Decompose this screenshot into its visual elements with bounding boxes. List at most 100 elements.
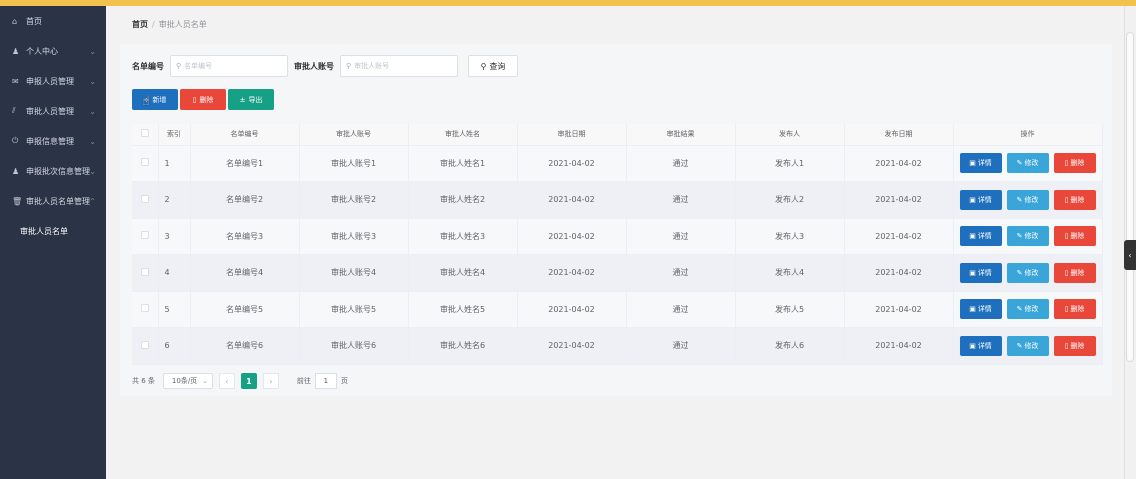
row-checkbox[interactable]: [140, 340, 149, 349]
cell-date: 2021-04-02: [517, 291, 627, 328]
export-button[interactable]: ± 导出: [228, 89, 274, 110]
row-index: 4: [158, 254, 191, 292]
row-delete-button[interactable]: ▯ 删除: [1053, 226, 1096, 247]
row-checkbox-cell: [132, 291, 159, 328]
cell-account: 审批人账号5: [299, 291, 409, 328]
search-icon: ⚲: [480, 61, 487, 71]
chevron-left-icon: ‹: [225, 376, 229, 386]
content-panel: 名单编号 ⚲ 名单编号 审批人账号 ⚲ 审批人账号 ⚲ 查询 + 新增 ▯ 删除: [120, 44, 1112, 396]
sidebar-item-application-info[interactable]: ⏻ 申报信息管理 ⌄: [0, 126, 106, 156]
cell-name: 审批人姓名2: [408, 181, 518, 219]
detail-button[interactable]: ▣ 详情: [959, 262, 1002, 283]
sidebar-item-label: 审批人员管理: [26, 106, 74, 116]
cell-date: 2021-04-02: [517, 218, 627, 255]
page-size-select[interactable]: 10条/页 ⌄: [162, 373, 213, 389]
sidebar-item-approver-list-mgmt[interactable]: 🗑 审批人员名单管理 ⌃: [0, 186, 106, 216]
detail-button[interactable]: ▣ 详情: [959, 299, 1002, 320]
list-no-input[interactable]: ⚲ 名单编号: [170, 55, 288, 77]
row-checkbox[interactable]: [140, 158, 149, 167]
trash-icon: ▯: [1064, 305, 1069, 314]
chevron-down-icon: ⌄: [89, 76, 96, 86]
row-delete-button[interactable]: ▯ 删除: [1053, 153, 1096, 174]
detail-button[interactable]: ▣ 详情: [959, 189, 1002, 210]
approver-account-input[interactable]: ⚲ 审批人账号: [340, 55, 458, 77]
cell-pub-date: 2021-04-02: [844, 218, 954, 255]
column-header[interactable]: 审批人姓名: [408, 124, 518, 146]
cell-operations: ▣ 详情 ✎ 修改 ▯ 删除: [953, 254, 1103, 292]
column-header[interactable]: 发布日期: [844, 124, 954, 146]
column-header[interactable]: 审批结果: [626, 124, 736, 146]
delete-button[interactable]: ▯ 删除: [180, 89, 226, 110]
row-checkbox[interactable]: [140, 194, 149, 203]
add-button-label: 新增: [152, 95, 167, 104]
edit-button[interactable]: ✎ 修改: [1006, 299, 1049, 320]
page-number-current[interactable]: 1: [240, 373, 257, 389]
trash-icon: ▯: [1064, 232, 1069, 241]
goto-label: 前往: [296, 377, 311, 385]
add-button[interactable]: + 新增: [132, 89, 178, 110]
edit-button-label: 修改: [1024, 305, 1039, 314]
cell-list-no: 名单编号6: [190, 327, 300, 365]
user-icon: ♟: [12, 166, 20, 176]
sidebar-item-applicant-mgmt[interactable]: ✉ 申报人员管理 ⌄: [0, 66, 106, 96]
goto-page-input[interactable]: 1: [314, 373, 337, 389]
column-header[interactable]: 审批人账号: [299, 124, 409, 146]
row-checkbox[interactable]: [140, 231, 149, 240]
detail-icon: ▣: [969, 232, 976, 241]
row-checkbox[interactable]: [140, 267, 149, 276]
edit-button[interactable]: ✎ 修改: [1006, 226, 1049, 247]
cell-publisher: 发布人4: [735, 254, 845, 292]
chevron-left-icon: ‹: [1128, 250, 1132, 260]
collapse-tab[interactable]: ‹: [1124, 240, 1136, 270]
cell-operations: ▣ 详情 ✎ 修改 ▯ 删除: [953, 218, 1103, 255]
row-delete-button-label: 删除: [1070, 232, 1085, 241]
breadcrumb-home[interactable]: 首页: [132, 20, 148, 29]
page-size-value: 10条/页: [171, 377, 198, 385]
sidebar-subitem-approver-list[interactable]: 审批人员名单: [0, 216, 106, 246]
column-header[interactable]: 审批日期: [517, 124, 627, 146]
cell-account: 审批人账号3: [299, 218, 409, 255]
detail-button-label: 详情: [977, 268, 992, 277]
edit-button[interactable]: ✎ 修改: [1006, 335, 1049, 356]
chevron-down-icon: ⌄: [89, 46, 96, 56]
column-header: 索引: [158, 124, 191, 146]
edit-button[interactable]: ✎ 修改: [1006, 189, 1049, 210]
cell-name: 审批人姓名4: [408, 254, 518, 292]
cell-operations: ▣ 详情 ✎ 修改 ▯ 删除: [953, 145, 1103, 182]
prev-page-button[interactable]: ‹: [218, 373, 235, 389]
edit-button[interactable]: ✎ 修改: [1006, 262, 1049, 283]
next-page-button[interactable]: ›: [262, 373, 279, 389]
cell-publisher: 发布人3: [735, 218, 845, 255]
list-no-label: 名单编号: [132, 61, 164, 71]
query-button[interactable]: ⚲ 查询: [468, 55, 518, 77]
row-delete-button[interactable]: ▯ 删除: [1053, 299, 1096, 320]
row-delete-button[interactable]: ▯ 删除: [1053, 335, 1096, 356]
cell-name: 审批人姓名6: [408, 327, 518, 365]
edit-icon: ✎: [1016, 268, 1023, 277]
detail-button[interactable]: ▣ 详情: [959, 226, 1002, 247]
select-all-checkbox[interactable]: [140, 129, 149, 138]
scrollbar-thumb[interactable]: [1126, 32, 1134, 362]
row-delete-button[interactable]: ▯ 删除: [1053, 262, 1096, 283]
action-toolbar: + 新增 ▯ 删除 ± 导出: [132, 89, 276, 110]
row-delete-button-label: 删除: [1070, 195, 1085, 204]
detail-button[interactable]: ▣ 详情: [959, 153, 1002, 174]
cell-operations: ▣ 详情 ✎ 修改 ▯ 删除: [953, 291, 1103, 328]
row-checkbox[interactable]: [140, 304, 149, 313]
sidebar-item-home[interactable]: ⌂ 首页: [0, 6, 106, 36]
row-delete-button[interactable]: ▯ 删除: [1053, 189, 1096, 210]
cell-name: 审批人姓名5: [408, 291, 518, 328]
sidebar-item-approver-mgmt[interactable]: ⫽ 审批人员管理 ⌄: [0, 96, 106, 126]
edit-button[interactable]: ✎ 修改: [1006, 153, 1049, 174]
detail-button-label: 详情: [977, 305, 992, 314]
sidebar-item-batch-info[interactable]: ♟ 申报批次信息管理 ⌄: [0, 156, 106, 186]
table-row: 6 名单编号6 审批人账号6 审批人姓名6 2021-04-02 通过 发布人6…: [132, 327, 1103, 365]
edit-icon: ✎: [1016, 159, 1023, 168]
column-header[interactable]: 名单编号: [190, 124, 300, 146]
detail-button[interactable]: ▣ 详情: [959, 335, 1002, 356]
column-header[interactable]: 发布人: [735, 124, 845, 146]
sidebar-item-profile[interactable]: ♟ 个人中心 ⌄: [0, 36, 106, 66]
query-button-label: 查询: [489, 61, 506, 71]
cell-pub-date: 2021-04-02: [844, 291, 954, 328]
cell-account: 审批人账号1: [299, 145, 409, 182]
